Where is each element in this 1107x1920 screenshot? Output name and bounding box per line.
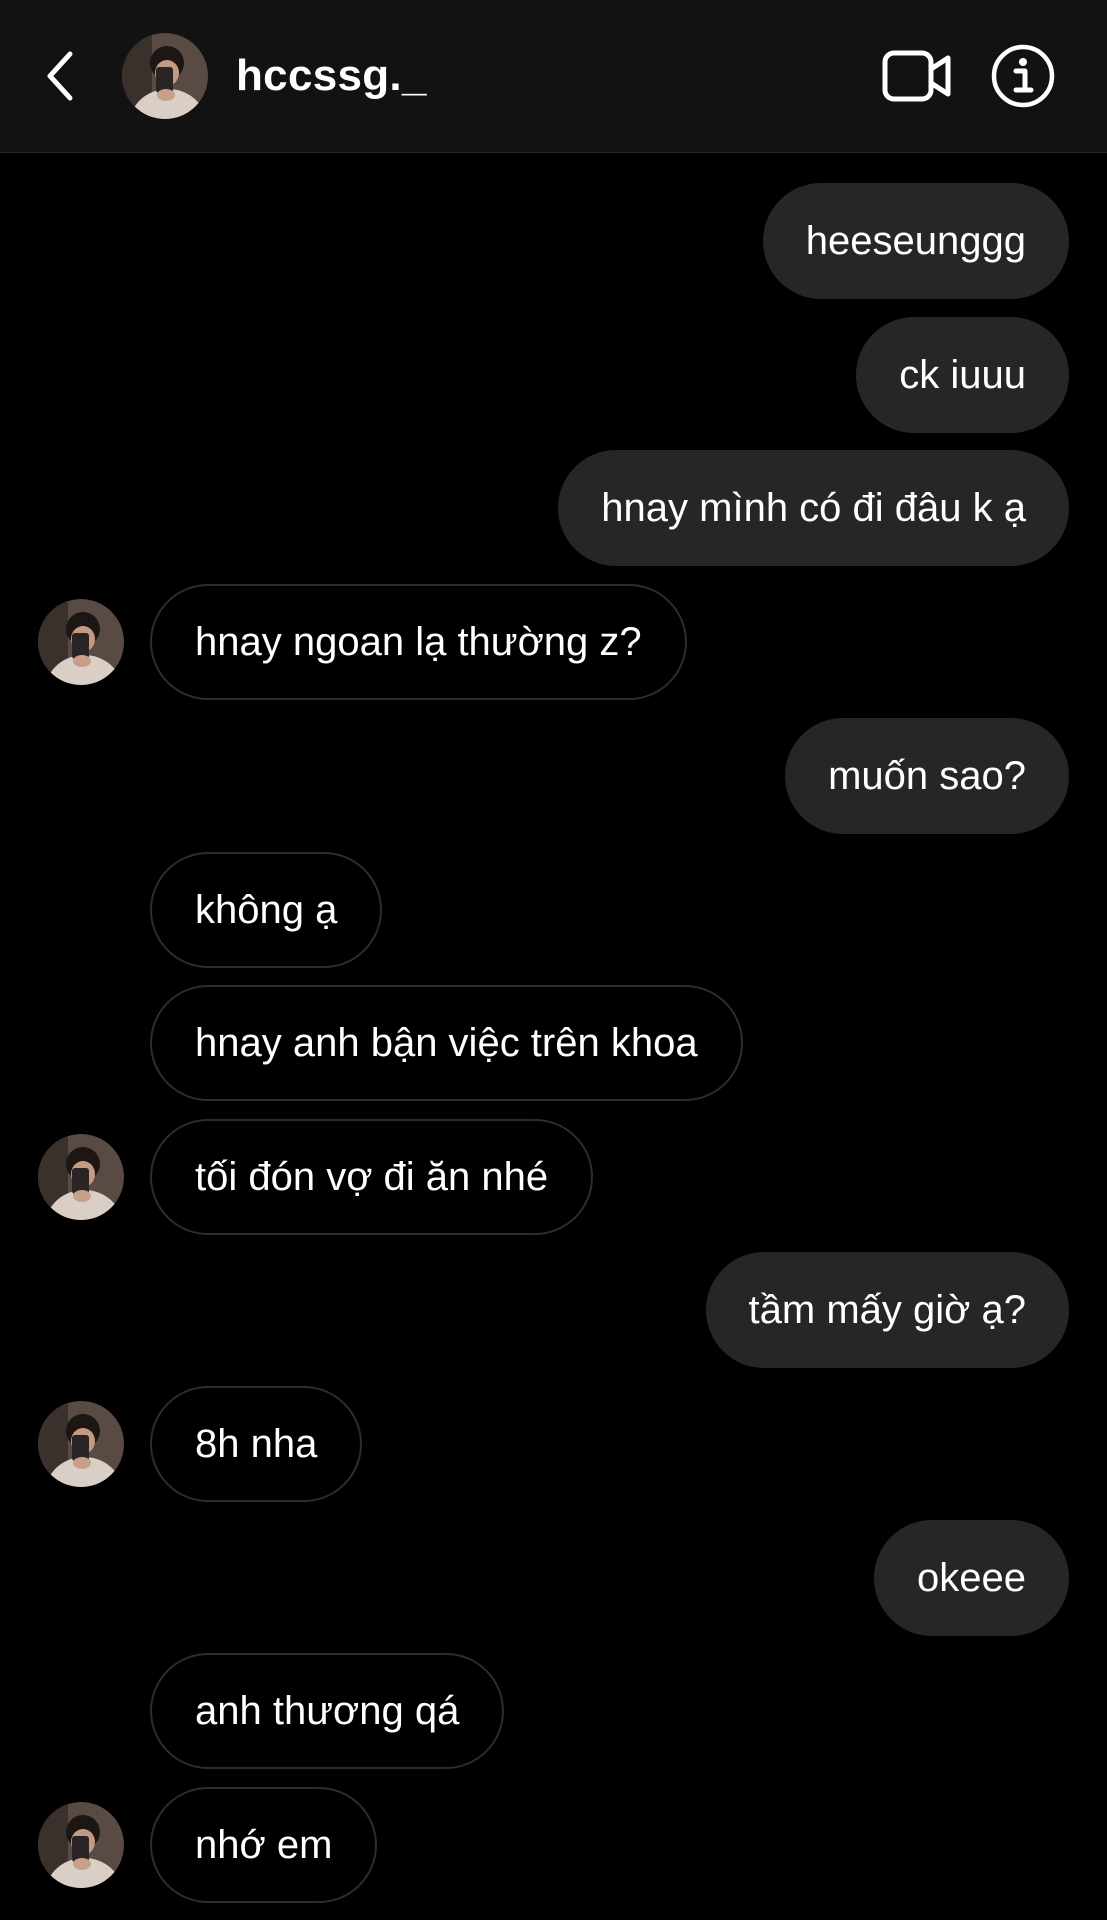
outgoing-message-bubble[interactable]: ck iuuu — [856, 317, 1069, 433]
incoming-message-bubble[interactable]: hnay ngoan lạ thường z? — [150, 584, 687, 700]
incoming-message-bubble[interactable]: anh thương qá — [150, 1653, 505, 1769]
message-text: nhớ em — [195, 1823, 333, 1867]
info-icon — [991, 44, 1055, 108]
incoming-message-bubble[interactable]: tối đón vợ đi ăn nhé — [150, 1119, 594, 1235]
chat-header: hccssg._ — [0, 0, 1107, 153]
message-row: hnay ngoan lạ thường z? — [0, 584, 1107, 700]
message-text: 8h nha — [195, 1422, 318, 1466]
message-text: muốn sao? — [828, 754, 1026, 798]
message-text: tầm mấy giờ ạ? — [748, 1288, 1026, 1332]
message-row: nhớ em — [0, 1787, 1107, 1903]
back-button[interactable] — [36, 46, 84, 106]
message-text: tối đón vợ đi ăn nhé — [195, 1155, 549, 1199]
avatar[interactable] — [122, 33, 208, 119]
message-row: okeee — [0, 1520, 1107, 1636]
incoming-message-bubble[interactable]: không ạ — [150, 852, 383, 968]
profile-photo — [122, 33, 208, 119]
outgoing-message-bubble[interactable]: tầm mấy giờ ạ? — [705, 1252, 1069, 1368]
message-text: hnay mình có đi đâu k ạ — [601, 486, 1026, 530]
sender-avatar[interactable] — [38, 1802, 124, 1888]
chevron-left-icon — [47, 51, 73, 101]
message-row: anh thương qá — [0, 1653, 1107, 1769]
message-row: tầm mấy giờ ạ? — [0, 1252, 1107, 1368]
incoming-message-bubble[interactable]: hnay anh bận việc trên khoa — [150, 985, 743, 1101]
message-text: okeee — [917, 1556, 1026, 1600]
message-row: không ạ — [0, 852, 1107, 968]
incoming-message-bubble[interactable]: nhớ em — [150, 1787, 378, 1903]
outgoing-message-bubble[interactable]: heeseunggg — [762, 183, 1069, 299]
sender-avatar[interactable] — [38, 1134, 124, 1220]
profile-photo — [38, 1802, 124, 1888]
message-row: heeseunggg — [0, 183, 1107, 299]
message-text: anh thương qá — [195, 1689, 460, 1733]
info-button[interactable] — [990, 43, 1056, 109]
message-row: tối đón vợ đi ăn nhé — [0, 1119, 1107, 1235]
profile-photo — [38, 1134, 124, 1220]
message-row: hnay mình có đi đâu k ạ — [0, 450, 1107, 566]
message-text: heeseunggg — [805, 219, 1026, 263]
message-row: ck iuuu — [0, 317, 1107, 433]
outgoing-message-bubble[interactable]: okeee — [874, 1520, 1069, 1636]
chat-username[interactable]: hccssg._ — [236, 50, 427, 102]
video-camera-icon — [882, 50, 951, 102]
sender-avatar[interactable] — [38, 1401, 124, 1487]
message-row: 8h nha — [0, 1386, 1107, 1502]
message-text: ck iuuu — [899, 353, 1026, 397]
message-text: hnay ngoan lạ thường z? — [195, 620, 642, 664]
sender-avatar[interactable] — [38, 599, 124, 685]
video-call-button[interactable] — [882, 48, 952, 104]
outgoing-message-bubble[interactable]: muốn sao? — [785, 718, 1069, 834]
message-text: hnay anh bận việc trên khoa — [195, 1021, 698, 1065]
outgoing-message-bubble[interactable]: hnay mình có đi đâu k ạ — [558, 450, 1069, 566]
message-text: không ạ — [195, 888, 338, 932]
message-row: muốn sao? — [0, 718, 1107, 834]
message-row: hnay anh bận việc trên khoa — [0, 985, 1107, 1101]
profile-photo — [38, 1401, 124, 1487]
profile-photo — [38, 599, 124, 685]
incoming-message-bubble[interactable]: 8h nha — [150, 1386, 363, 1502]
